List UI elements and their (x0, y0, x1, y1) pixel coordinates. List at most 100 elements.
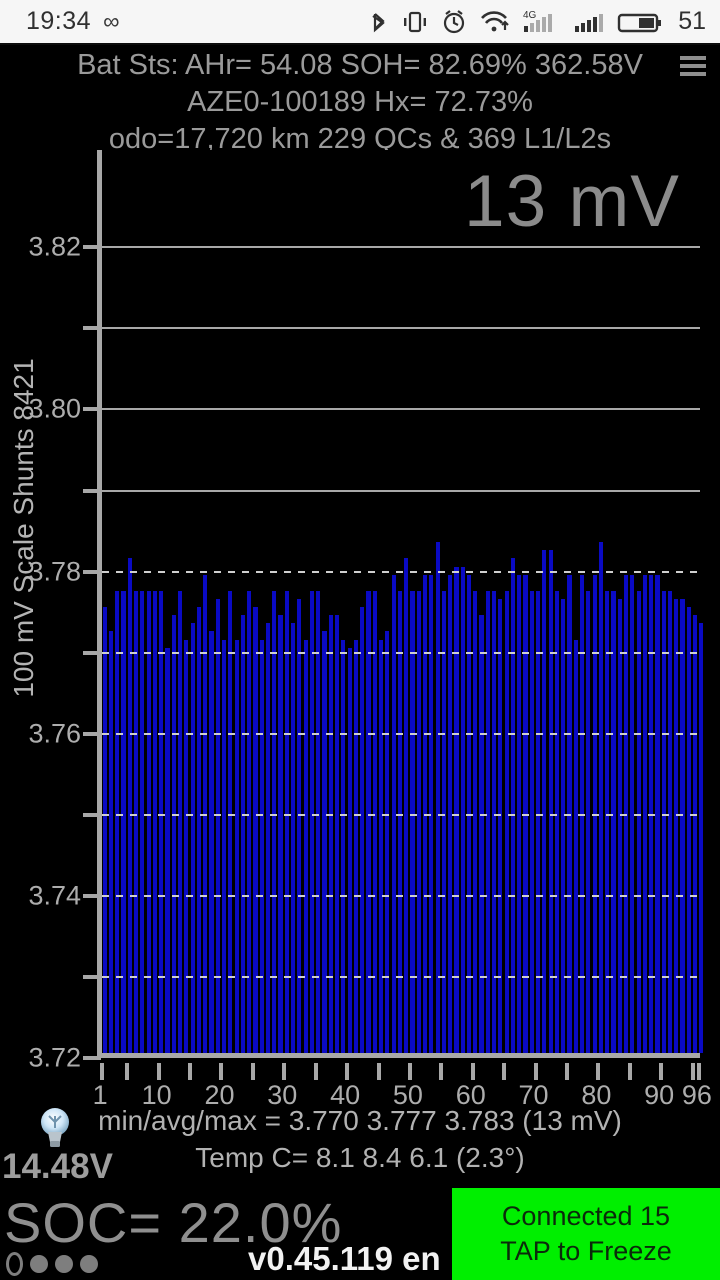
bar (146, 590, 151, 1053)
bar (247, 590, 252, 1053)
y-tick-mark (83, 569, 101, 574)
connection-status-button[interactable]: Connected 15 TAP to Freeze (452, 1188, 720, 1280)
y-tick-mark (83, 407, 101, 412)
bar (291, 623, 296, 1053)
x-tick-mark (627, 1063, 632, 1080)
y-tick-mark (83, 812, 101, 817)
page-dot-filled[interactable] (55, 1255, 73, 1273)
bar (196, 607, 201, 1053)
bar (297, 599, 302, 1053)
x-tick-mark (219, 1063, 224, 1080)
bar (372, 590, 377, 1053)
bar (240, 615, 245, 1053)
x-tick-mark (696, 1063, 701, 1080)
aux-voltage: 14.48V (2, 1147, 113, 1186)
bar (353, 639, 359, 1053)
cell-voltage-chart[interactable]: 100 mV Scale Shunts 8421 13 mV 3.72 3.74 3… (0, 148, 720, 1110)
page-dot-empty[interactable] (6, 1252, 23, 1276)
y-tick-label: 3.76 (28, 718, 81, 749)
bar (278, 615, 283, 1053)
y-tick-mark (83, 974, 101, 979)
bar (159, 590, 164, 1053)
gridline (102, 327, 700, 330)
x-tick-mark (407, 1063, 412, 1080)
x-tick-mark (100, 1063, 105, 1080)
bar (284, 590, 289, 1053)
plot-area[interactable]: 13 mV (97, 150, 704, 1058)
tap-to-freeze-text: TAP to Freeze (500, 1236, 672, 1266)
status-bar-right: 4G 51 (369, 7, 706, 36)
y-tick-mark (83, 731, 101, 736)
app-version: v0.45.119 en (248, 1240, 441, 1277)
bar (259, 639, 264, 1053)
gridline (102, 651, 700, 654)
wifi-icon (480, 8, 510, 36)
bar (360, 607, 365, 1053)
x-tick-mark (439, 1063, 444, 1080)
y-tick-mark (83, 893, 101, 898)
bar (617, 599, 622, 1053)
x-tick-mark (313, 1063, 318, 1080)
bar (485, 590, 490, 1053)
bar (378, 639, 384, 1053)
bluetooth-icon (369, 8, 389, 36)
bar (441, 590, 446, 1053)
x-tick-mark (125, 1063, 130, 1080)
bar (492, 590, 497, 1053)
bar (554, 590, 560, 1053)
bar (611, 590, 616, 1053)
bar (115, 590, 120, 1053)
menu-icon[interactable] (680, 53, 706, 79)
x-tick-mark (596, 1063, 601, 1080)
bar (605, 590, 610, 1053)
page-indicator[interactable] (6, 1252, 98, 1276)
bar (322, 631, 327, 1053)
bar (680, 599, 685, 1053)
bar (303, 639, 308, 1053)
bar (221, 639, 227, 1053)
bar (272, 590, 277, 1053)
bar (661, 590, 666, 1053)
vibrate-icon (402, 8, 428, 36)
y-tick-mark (83, 1056, 101, 1060)
bar (341, 639, 346, 1053)
x-tick-mark (282, 1063, 287, 1080)
x-tick-mark (156, 1063, 161, 1080)
bar (479, 615, 484, 1053)
page-dot-filled[interactable] (80, 1255, 98, 1273)
bar (121, 590, 126, 1053)
gridline (102, 246, 700, 249)
bar-series (102, 150, 704, 1053)
gridline (102, 732, 700, 735)
bar (385, 631, 390, 1053)
y-tick-mark (83, 245, 101, 250)
bar (140, 590, 145, 1053)
bar (165, 647, 170, 1053)
bar (504, 590, 509, 1053)
y-tick-mark (83, 650, 101, 655)
x-tick-mark (470, 1063, 475, 1080)
bar (536, 590, 541, 1053)
gridline (102, 570, 700, 573)
bar (108, 631, 114, 1053)
min-avg-max-line: min/avg/max = 3.770 3.777 3.783 (13 mV) (98, 1105, 622, 1136)
status-clock: 19:34 (26, 7, 92, 35)
bar (498, 599, 503, 1053)
bar (209, 631, 214, 1053)
gridline (102, 813, 700, 816)
status-bar-left: 19:34 ∞ (26, 7, 119, 36)
bar (686, 607, 691, 1053)
page-dot-filled[interactable] (30, 1255, 48, 1273)
y-axis-title: 100 mV Scale Shunts 8421 (8, 358, 39, 698)
infinity-icon: ∞ (103, 8, 120, 34)
gridline (102, 489, 700, 492)
bar (397, 590, 402, 1053)
x-tick-mark (690, 1063, 695, 1080)
bar (127, 558, 132, 1053)
bar (134, 590, 139, 1053)
y-tick-mark (83, 488, 101, 493)
bar (171, 615, 176, 1053)
y-tick-label: 3.74 (28, 880, 81, 911)
header-line-vin-hx: AZE0-100189 Hx= 72.73% (187, 86, 533, 118)
x-tick-mark (250, 1063, 255, 1080)
